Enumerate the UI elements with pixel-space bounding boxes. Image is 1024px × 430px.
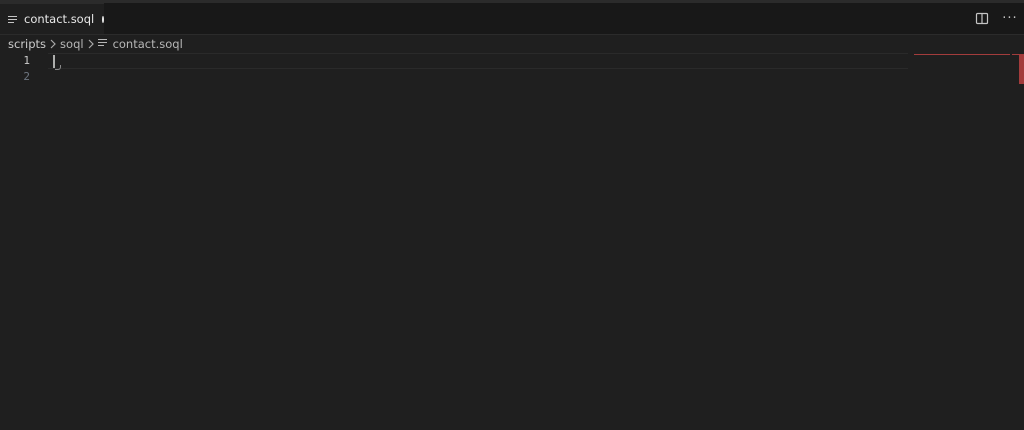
scrollbar-thumb[interactable] [1019,54,1024,84]
editor-actions: ··· [968,3,1024,34]
tab-bar: contact.soql ··· [0,3,1024,35]
chevron-right-icon [87,39,95,49]
lines-file-icon [97,37,108,51]
breadcrumb-file-label: contact.soql [112,37,183,51]
breadcrumb-item-scripts[interactable]: scripts [8,37,46,51]
more-icon: ··· [1002,11,1018,26]
current-line-highlight [48,53,908,69]
vertical-scrollbar[interactable] [1010,53,1024,430]
split-editor-button[interactable] [968,7,996,31]
cursor-hint-icon [55,65,61,70]
line-number-2: 2 [23,70,30,83]
editor-window: contact.soql ··· scripts soql contact.so… [0,0,1024,430]
more-actions-button[interactable]: ··· [996,7,1024,31]
tab-contact-soql[interactable]: contact.soql [0,3,104,34]
minimap-cursor-marker [914,54,1010,55]
breadcrumb: scripts soql contact.soql [8,35,183,53]
unsaved-changes-dot-icon[interactable] [102,15,104,23]
breadcrumb-item-soql[interactable]: soql [60,37,84,51]
line-number-1: 1 [23,54,30,67]
split-editor-icon [975,12,989,25]
tab-label: contact.soql [24,12,95,26]
breadcrumb-item-file[interactable]: contact.soql [97,37,183,51]
lines-file-icon [8,10,18,29]
chevron-right-icon [49,39,57,49]
code-editor[interactable]: 1 2 [0,53,1024,430]
